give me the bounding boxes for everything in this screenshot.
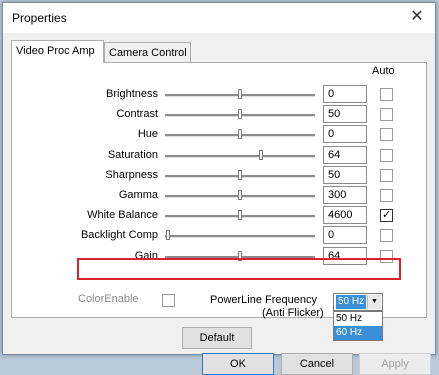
properties-dialog: Properties ✕ Video Proc Amp Camera Contr…	[2, 2, 436, 375]
auto-column-header: Auto	[372, 65, 395, 77]
control-slider[interactable]	[165, 190, 315, 200]
auto-checkbox[interactable]	[380, 229, 393, 242]
slider-thumb[interactable]	[238, 129, 242, 139]
control-value-field[interactable]: 64	[323, 247, 367, 265]
dialog-body: Video Proc Amp Camera Control Auto Brigh…	[3, 33, 435, 375]
control-label: Contrast	[116, 108, 158, 120]
auto-checkbox[interactable]	[380, 169, 393, 182]
slider-thumb[interactable]	[166, 230, 170, 240]
dropdown-option-50hz[interactable]: 50 Hz	[334, 312, 382, 326]
control-slider[interactable]	[165, 230, 315, 240]
auto-checkbox[interactable]	[380, 128, 393, 141]
control-row-white-balance: White Balance 4600 ✓	[12, 206, 428, 226]
control-label: Backlight Comp	[80, 229, 158, 241]
auto-checkbox[interactable]: ✓	[380, 209, 393, 222]
auto-checkbox[interactable]	[380, 88, 393, 101]
control-slider[interactable]	[165, 109, 315, 119]
control-value-field[interactable]: 0	[323, 125, 367, 143]
title-bar: Properties ✕	[3, 3, 435, 33]
close-icon[interactable]: ✕	[407, 7, 427, 27]
color-enable-checkbox[interactable]	[162, 294, 175, 307]
control-value-field[interactable]: 0	[323, 85, 367, 103]
control-value-field[interactable]: 50	[323, 166, 367, 184]
default-button[interactable]: Default	[182, 327, 252, 349]
anti-flicker-label: (Anti Flicker)	[262, 307, 324, 319]
control-label: Gamma	[118, 189, 158, 201]
slider-thumb[interactable]	[238, 170, 242, 180]
slider-thumb[interactable]	[238, 251, 242, 261]
control-slider[interactable]	[165, 251, 315, 261]
control-label: Saturation	[107, 149, 158, 161]
control-label: White Balance	[87, 209, 158, 221]
control-value-field[interactable]: 4600	[323, 206, 367, 224]
ok-button[interactable]: OK	[202, 353, 274, 375]
auto-checkbox[interactable]	[380, 108, 393, 121]
control-value-field[interactable]: 50	[323, 105, 367, 123]
control-slider[interactable]	[165, 89, 315, 99]
control-slider[interactable]	[165, 210, 315, 220]
color-enable-label: ColorEnable	[78, 293, 139, 305]
slider-thumb[interactable]	[238, 190, 242, 200]
powerline-frequency-label: PowerLine Frequency	[210, 294, 318, 306]
checkmark-icon: ✓	[382, 209, 392, 221]
control-slider[interactable]	[165, 129, 315, 139]
slider-thumb[interactable]	[259, 150, 263, 160]
control-row-sharpness: Sharpness 50	[12, 166, 428, 186]
control-row-saturation: Saturation 64	[12, 146, 428, 166]
control-value-field[interactable]: 64	[323, 146, 367, 164]
control-slider[interactable]	[165, 170, 315, 180]
tab-panel: Auto Brightness 0 Contrast 50 Hue 0 Saturation…	[11, 62, 428, 341]
control-label: Hue	[137, 128, 158, 140]
dropdown-option-60hz[interactable]: 60 Hz	[334, 326, 382, 340]
apply-button[interactable]: Apply	[359, 353, 431, 375]
dropdown-arrow-icon[interactable]: ▼	[367, 295, 381, 309]
control-value-field[interactable]: 0	[323, 226, 367, 244]
powerline-frequency-select[interactable]: 50 Hz ▼	[333, 293, 383, 311]
auto-checkbox[interactable]	[380, 189, 393, 202]
control-label: Gain	[134, 250, 158, 262]
control-label: Sharpness	[105, 169, 158, 181]
tab-camera-control[interactable]: Camera Control	[104, 42, 191, 63]
slider-thumb[interactable]	[238, 210, 242, 220]
cancel-button[interactable]: Cancel	[281, 353, 353, 375]
control-value-field[interactable]: 300	[323, 186, 367, 204]
control-row-gain: Gain 64	[12, 247, 428, 267]
control-row-hue: Hue 0	[12, 125, 428, 145]
control-row-brightness: Brightness 0	[12, 85, 428, 105]
control-row-gamma: Gamma 300	[12, 186, 428, 206]
powerline-selected-value: 50 Hz	[336, 295, 367, 309]
powerline-dropdown-list: 50 Hz 60 Hz	[333, 311, 383, 341]
control-row-contrast: Contrast 50	[12, 105, 428, 125]
window-title: Properties	[12, 11, 67, 25]
tab-video-proc-amp[interactable]: Video Proc Amp	[11, 40, 104, 63]
auto-checkbox[interactable]	[380, 149, 393, 162]
control-row-backlight-comp: Backlight Comp 0	[12, 226, 428, 246]
control-slider[interactable]	[165, 150, 315, 160]
auto-checkbox[interactable]	[380, 250, 393, 263]
slider-thumb[interactable]	[238, 89, 242, 99]
control-label: Brightness	[106, 88, 158, 100]
slider-thumb[interactable]	[238, 109, 242, 119]
